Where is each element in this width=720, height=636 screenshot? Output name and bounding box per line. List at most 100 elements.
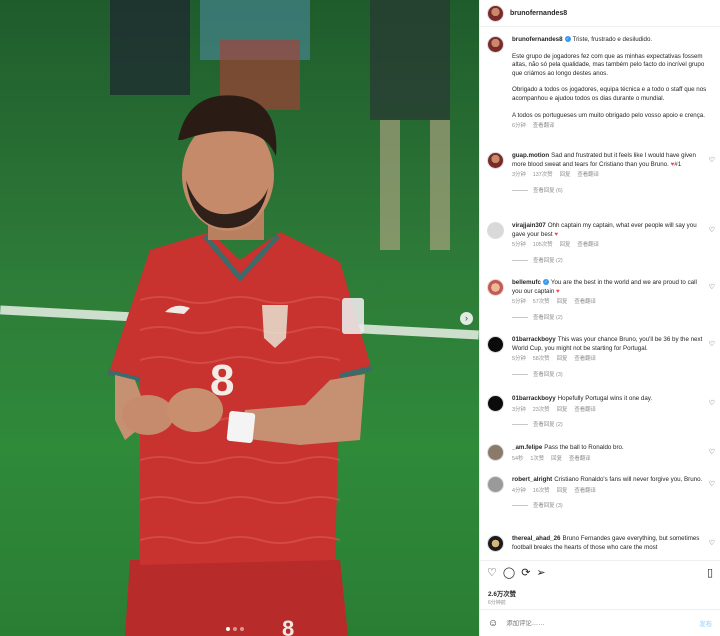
- commenter-avatar[interactable]: [487, 279, 504, 296]
- comment-likes[interactable]: 57次赞: [533, 299, 550, 305]
- view-replies-link[interactable]: 查看回复 (2): [512, 257, 705, 266]
- commenter-username[interactable]: robert_alright: [512, 476, 552, 483]
- reply-button[interactable]: 回复: [557, 299, 568, 305]
- send-icon[interactable]: ➢: [536, 567, 545, 579]
- reply-button[interactable]: 回复: [551, 456, 562, 462]
- post-comment-button[interactable]: 发布: [699, 619, 712, 628]
- comment-time: 5分钟: [512, 299, 526, 306]
- view-replies-link[interactable]: 查看回复 (3): [512, 502, 705, 511]
- like-comment-heart-icon[interactable]: ♡: [709, 156, 715, 164]
- comment-icon[interactable]: ◯: [503, 567, 515, 579]
- view-replies-link[interactable]: 查看回复 (2): [512, 314, 705, 323]
- comment-text-tail: #1: [674, 160, 682, 168]
- see-translation-link[interactable]: 查看翻译: [533, 123, 555, 129]
- carousel-dot: [240, 627, 244, 631]
- commenter-username[interactable]: bellemufc: [512, 279, 541, 286]
- next-photo-button[interactable]: ›: [460, 312, 473, 325]
- add-comment-bar: ☺ 发布: [480, 609, 720, 636]
- comment-text: Cristiano Ronaldo's fans will never forg…: [554, 476, 703, 483]
- caption-time: 6分钟: [512, 123, 526, 130]
- view-replies-link[interactable]: 查看回复 (3): [512, 371, 705, 380]
- see-translation-link[interactable]: 查看翻译: [574, 299, 596, 305]
- author-username[interactable]: brunofernandes8: [510, 10, 567, 17]
- view-replies-link[interactable]: 查看回复 (6): [512, 187, 705, 196]
- heart-emoji-icon: ♥: [554, 230, 558, 238]
- carousel-dot: [226, 627, 230, 631]
- like-comment-heart-icon[interactable]: ♡: [709, 283, 715, 291]
- commenter-avatar[interactable]: [487, 395, 504, 412]
- caption-paragraph: A todos os portugueses um muito obrigado…: [512, 111, 705, 119]
- divider: [480, 560, 720, 561]
- see-translation-link[interactable]: 查看翻译: [574, 407, 596, 413]
- comment-time: 54秒: [512, 455, 524, 462]
- like-comment-heart-icon[interactable]: ♡: [709, 539, 715, 547]
- heart-icon[interactable]: ♡: [487, 567, 497, 579]
- carousel-dots: [226, 627, 244, 631]
- like-comment-heart-icon[interactable]: ♡: [709, 226, 715, 234]
- like-comment-heart-icon[interactable]: ♡: [709, 448, 715, 456]
- post-side-panel: brunofernandes8 brunofernandes8 ✓ Triste, …: [479, 0, 720, 636]
- comment-text: Hopefully Portugal wins it one day.: [557, 395, 653, 402]
- commenter-avatar[interactable]: [487, 476, 504, 493]
- see-translation-link[interactable]: 查看翻译: [577, 242, 599, 248]
- carousel-dot: [233, 627, 237, 631]
- commenter-avatar[interactable]: [487, 535, 504, 552]
- comment-likes[interactable]: 23次赞: [533, 407, 550, 413]
- see-translation-link[interactable]: 查看翻译: [577, 172, 599, 178]
- view-replies-link[interactable]: 查看回复 (2): [512, 421, 705, 430]
- commenter-username[interactable]: _am.felipe: [512, 444, 542, 451]
- comments-list[interactable]: brunofernandes8 ✓ Triste, frustrado e desi…: [480, 28, 720, 563]
- comment-time: 3分钟: [512, 406, 526, 413]
- commenter-username[interactable]: guap.motion: [512, 152, 549, 159]
- posted-time: 6分钟前: [488, 600, 506, 606]
- commenter-avatar[interactable]: [487, 152, 504, 169]
- emoji-icon[interactable]: ☺: [488, 618, 498, 629]
- reply-button[interactable]: 回复: [557, 356, 568, 362]
- reply-button[interactable]: 回复: [557, 488, 568, 494]
- comment-likes[interactable]: 16次赞: [533, 488, 550, 494]
- commenter-avatar[interactable]: [487, 444, 504, 461]
- comment-time: 4分钟: [512, 487, 526, 494]
- comment-likes[interactable]: 105次赞: [533, 242, 553, 248]
- author-avatar[interactable]: [487, 4, 504, 22]
- see-translation-link[interactable]: 查看翻译: [569, 456, 591, 462]
- comment-likes[interactable]: 137次赞: [533, 172, 553, 178]
- commenter-username[interactable]: thereal_ahad_26: [512, 535, 561, 542]
- commenter-username[interactable]: 01barrackboyy: [512, 395, 556, 402]
- like-comment-heart-icon[interactable]: ♡: [709, 340, 715, 348]
- comment-likes[interactable]: 58次赞: [533, 356, 550, 362]
- comment-time: 5分钟: [512, 242, 526, 249]
- commenter-username[interactable]: virajjain307: [512, 222, 546, 229]
- commenter-username[interactable]: 01barrackboyy: [512, 336, 556, 343]
- share-icon[interactable]: ⟳: [521, 567, 530, 579]
- reply-button[interactable]: 回复: [560, 172, 571, 178]
- post-header: brunofernandes8: [480, 0, 720, 27]
- bookmark-icon[interactable]: ▯: [707, 567, 713, 579]
- likes-count[interactable]: 2.6万次赞: [488, 589, 516, 598]
- caption-username[interactable]: brunofernandes8: [512, 36, 563, 43]
- author-avatar[interactable]: [487, 36, 504, 53]
- like-comment-heart-icon[interactable]: ♡: [709, 399, 715, 407]
- commenter-avatar[interactable]: [487, 222, 504, 239]
- caption-paragraph: Este grupo de jogadores fez com que as m…: [512, 52, 705, 77]
- comment-time: 5分钟: [512, 356, 526, 363]
- heart-emoji-icon: ♥: [556, 287, 560, 295]
- comment-time: 3分钟: [512, 172, 526, 179]
- post-actions: ♡ ◯ ⟳ ➢ ▯: [487, 563, 713, 583]
- verified-badge-icon: ✓: [542, 279, 549, 286]
- post-photo: 8 8 ›: [0, 0, 479, 636]
- comment-likes[interactable]: 1次赞: [530, 456, 544, 462]
- svg-text:8: 8: [282, 616, 294, 636]
- caption-title: Triste, frustrado e desiludido.: [572, 36, 653, 43]
- see-translation-link[interactable]: 查看翻译: [574, 356, 596, 362]
- see-translation-link[interactable]: 查看翻译: [574, 488, 596, 494]
- commenter-avatar[interactable]: [487, 336, 504, 353]
- player-photo-illustration: 8 8: [0, 0, 479, 636]
- verified-badge-icon: ✓: [564, 36, 571, 43]
- like-comment-heart-icon[interactable]: ♡: [709, 480, 715, 488]
- reply-button[interactable]: 回复: [560, 242, 571, 248]
- caption-paragraph: Obrigado a todos os jogadores, equipa té…: [512, 86, 707, 102]
- reply-button[interactable]: 回复: [557, 407, 568, 413]
- add-comment-input[interactable]: [506, 619, 700, 627]
- comment-text: Pass the ball to Ronaldo bro.: [544, 444, 624, 451]
